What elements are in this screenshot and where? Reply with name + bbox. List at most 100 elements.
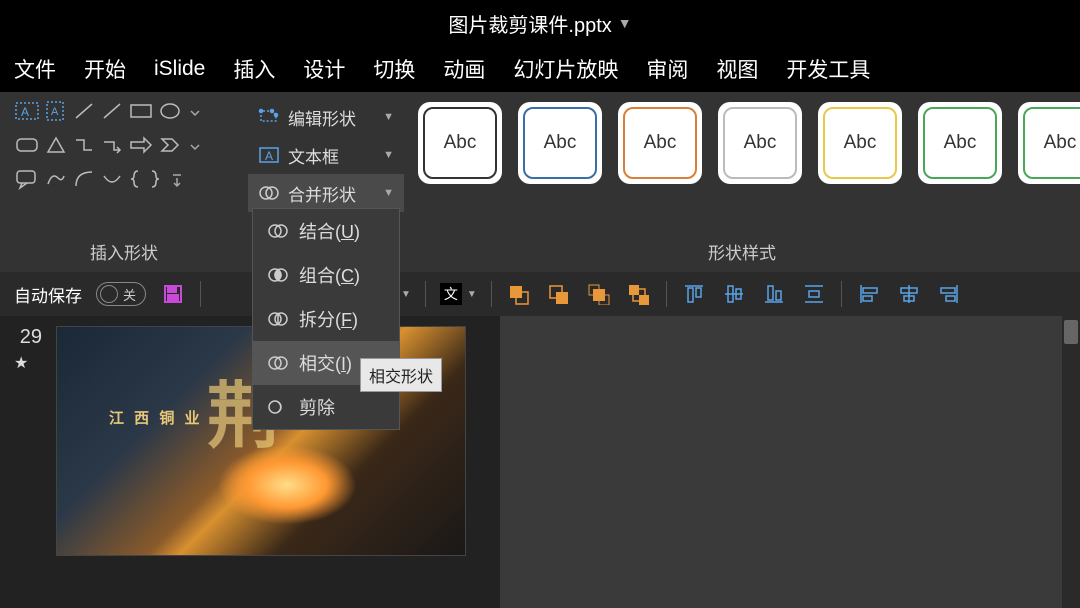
merge-fragment-label: 拆分(F)	[299, 306, 358, 332]
autosave-toggle[interactable]: 关	[96, 282, 146, 306]
style-gallery-row: Abc Abc Abc Abc Abc Abc Abc	[418, 102, 1080, 184]
chevron-down-icon: ▼	[383, 187, 394, 199]
svg-text:A: A	[21, 105, 29, 119]
animation-star-icon: ★	[14, 353, 42, 373]
merge-fragment-item[interactable]: 拆分(F)	[253, 297, 399, 341]
workspace: 29 ★ 江 西 铜 业 荆	[0, 316, 1080, 608]
shape-curve-icon[interactable]	[100, 168, 124, 195]
shape-gallery-expand-icon[interactable]	[168, 172, 186, 190]
tab-design[interactable]: 设计	[303, 54, 345, 84]
align-bottom-icon[interactable]	[761, 281, 787, 307]
style-preset-2[interactable]: Abc	[518, 102, 602, 184]
shape-brace-l-icon[interactable]	[128, 168, 144, 195]
tab-file[interactable]: 文件	[14, 54, 56, 84]
merge-subtract-label: 剪除	[299, 394, 335, 420]
shape-oval-icon[interactable]	[158, 100, 182, 127]
separator	[200, 281, 201, 307]
style-preset-4[interactable]: Abc	[718, 102, 802, 184]
shape-row1-more-icon[interactable]	[186, 107, 204, 119]
edit-shape-button[interactable]: 编辑形状 ▼	[248, 98, 404, 136]
align-center-icon[interactable]	[896, 281, 922, 307]
align-top-icon[interactable]	[681, 281, 707, 307]
tab-animations[interactable]: 动画	[443, 54, 485, 84]
text-box-label: 文本框	[288, 143, 339, 168]
style-preset-5[interactable]: Abc	[818, 102, 902, 184]
shape-rect-icon[interactable]	[128, 100, 154, 127]
separator	[491, 281, 492, 307]
separator	[841, 281, 842, 307]
insert-shapes-group: A A	[0, 92, 248, 272]
insert-shapes-label: 插入形状	[0, 239, 248, 264]
merge-union-label: 结合(U)	[299, 218, 360, 244]
quick-access-toolbar: 自动保存 关 ▼ 文▼	[0, 272, 1080, 316]
shape-styles-label: 形状样式	[404, 239, 1080, 264]
shape-arrow-right-icon[interactable]	[128, 134, 154, 161]
text-box-button[interactable]: A 文本框 ▼	[248, 136, 404, 174]
tab-transitions[interactable]: 切换	[373, 54, 415, 84]
shape-freeform-icon[interactable]	[44, 168, 68, 195]
svg-text:A: A	[265, 149, 273, 163]
style-preset-7[interactable]: Abc	[1018, 102, 1080, 184]
send-back-icon[interactable]	[626, 281, 652, 307]
align-left-icon[interactable]	[856, 281, 882, 307]
shape-textbox-h-icon[interactable]: A	[14, 100, 40, 127]
slide-number: 29	[14, 326, 42, 349]
merge-shapes-button[interactable]: 合并形状 ▼	[248, 174, 404, 212]
merge-shapes-dropdown: 结合(U) 组合(C) 拆分(F) 相交(I) 剪除	[252, 208, 400, 430]
merge-combine-label: 组合(C)	[299, 262, 360, 288]
tab-review[interactable]: 审阅	[646, 54, 688, 84]
style-preset-6[interactable]: Abc	[918, 102, 1002, 184]
merge-union-item[interactable]: 结合(U)	[253, 209, 399, 253]
align-middle-icon[interactable]	[721, 281, 747, 307]
svg-text:A: A	[51, 106, 59, 118]
bring-forward-icon[interactable]	[506, 281, 532, 307]
tab-view[interactable]: 视图	[716, 54, 758, 84]
tab-insert[interactable]: 插入	[233, 54, 275, 84]
shape-arrow-turn-icon[interactable]	[100, 134, 124, 161]
shape-line2-icon[interactable]	[100, 100, 124, 127]
thumb-small-text: 江 西 铜 业	[109, 407, 203, 428]
tab-home[interactable]: 开始	[84, 54, 126, 84]
shape-row2-more-icon[interactable]	[186, 141, 204, 153]
autosave-label: 自动保存	[14, 282, 82, 307]
document-title: 图片裁剪课件.pptx	[448, 9, 611, 38]
toggle-off-label: 关	[123, 285, 136, 304]
ribbon: A A	[0, 92, 1080, 272]
distribute-v-icon[interactable]	[801, 281, 827, 307]
merge-intersect-label: 相交(I)	[299, 350, 352, 376]
shape-arc-icon[interactable]	[72, 168, 96, 195]
shape-triangle-icon[interactable]	[44, 134, 68, 161]
tab-islide[interactable]: iSlide	[154, 57, 205, 81]
tab-slideshow[interactable]: 幻灯片放映	[513, 54, 618, 84]
scroll-thumb[interactable]	[1064, 320, 1078, 344]
style-preset-1[interactable]: Abc	[418, 102, 502, 184]
merge-combine-item[interactable]: 组合(C)	[253, 253, 399, 297]
shape-roundrect-icon[interactable]	[14, 134, 40, 161]
bring-front-icon[interactable]	[586, 281, 612, 307]
title-chevron-icon[interactable]: ▼	[618, 15, 632, 31]
shape-brace-r-icon[interactable]	[148, 168, 164, 195]
shape-line-icon[interactable]	[72, 100, 96, 127]
shape-styles-group: Abc Abc Abc Abc Abc Abc Abc 形状样式	[404, 92, 1080, 272]
save-icon[interactable]	[160, 281, 186, 307]
separator	[666, 281, 667, 307]
chevron-down-icon: ▼	[383, 111, 394, 123]
toggle-knob	[100, 285, 118, 303]
style-preset-3[interactable]: Abc	[618, 102, 702, 184]
tab-developer[interactable]: 开发工具	[786, 54, 870, 84]
shape-chevron-icon[interactable]	[158, 134, 182, 161]
vertical-scrollbar[interactable]	[1062, 316, 1080, 608]
text-style-button[interactable]: 文▼	[440, 283, 477, 305]
send-backward-icon[interactable]	[546, 281, 572, 307]
shape-connector-icon[interactable]	[72, 134, 96, 161]
edit-shape-label: 编辑形状	[288, 105, 356, 130]
align-right-icon[interactable]	[936, 281, 962, 307]
slide-editor[interactable]	[500, 316, 1080, 608]
shape-callout-icon[interactable]	[14, 168, 40, 195]
merge-shapes-label: 合并形状	[288, 181, 356, 206]
separator	[425, 281, 426, 307]
slide-meta: 29 ★	[14, 326, 42, 598]
shape-textbox-v-icon[interactable]: A	[44, 100, 68, 127]
ribbon-tabs: 文件 开始 iSlide 插入 设计 切换 动画 幻灯片放映 审阅 视图 开发工…	[0, 46, 1080, 92]
text-icon: 文	[440, 283, 462, 305]
